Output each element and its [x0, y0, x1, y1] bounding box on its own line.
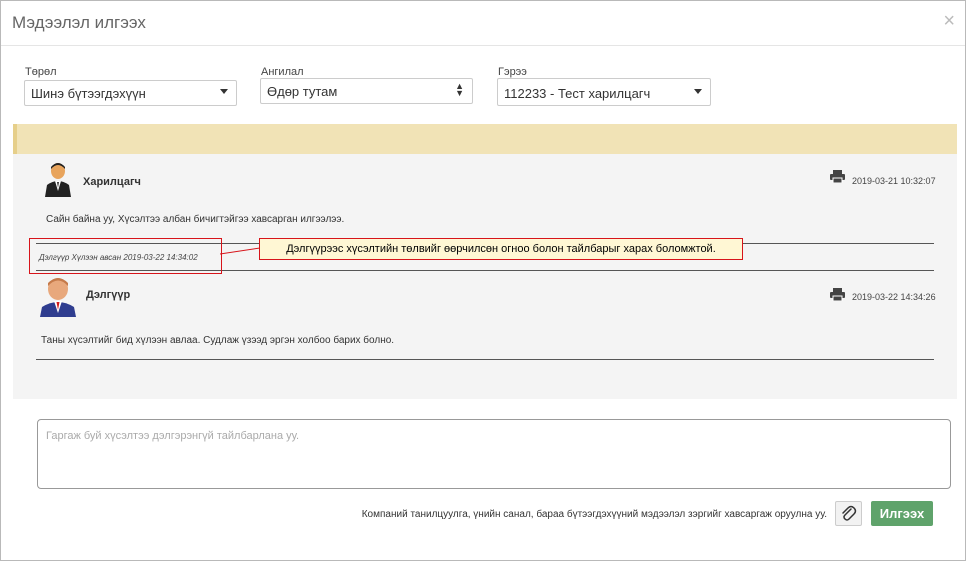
type-label: Төрөл — [25, 66, 57, 78]
attach-button[interactable] — [835, 501, 862, 526]
type-select-value: Шинэ бүтээгдэхүүн — [31, 86, 146, 101]
callout-connector — [220, 247, 260, 255]
message-thread — [13, 154, 957, 399]
paperclip-icon — [842, 505, 857, 521]
message-date: 2019-03-21 10:32:07 — [852, 176, 936, 186]
modal-title: Мэдээлэл илгээх — [12, 13, 146, 32]
store-avatar-icon — [40, 278, 76, 317]
highlight-box — [29, 238, 222, 274]
contract-select[interactable]: 112233 - Тест харилцагч — [497, 78, 711, 106]
reply-textarea[interactable]: Гаргаж буй хүсэлтээ дэлгэрэнгүй тайлбарл… — [37, 419, 951, 489]
attach-hint: Компаний танилцуулга, үнийн санал, бараа… — [361, 509, 827, 520]
message-body: Сайн байна уу, Хүсэлтээ албан бичигтэйгэ… — [46, 214, 345, 225]
message-sender: Дэлгүүр — [86, 289, 131, 301]
category-label: Ангилал — [261, 66, 304, 78]
callout-note: Дэлгүүрээс хүсэлтийн төлвийг өөрчилсөн о… — [259, 238, 743, 260]
modal-header: Мэдээлэл илгээх × — [1, 1, 965, 46]
category-select-value: Өдөр тутам — [267, 84, 338, 99]
send-button[interactable]: Илгээх — [871, 501, 933, 526]
updown-arrows-icon: ▲ ▼ — [455, 81, 464, 98]
chevron-down-icon — [220, 89, 228, 94]
contract-label: Гэрээ — [498, 66, 527, 78]
message-date: 2019-03-22 14:34:26 — [852, 292, 936, 302]
chevron-down-icon — [694, 89, 702, 94]
customer-avatar-icon — [45, 163, 71, 197]
message-sender: Харилцагч — [83, 176, 141, 188]
close-icon[interactable]: × — [943, 10, 955, 33]
category-select[interactable]: Өдөр тутам ▲ ▼ — [260, 78, 473, 104]
contract-select-value: 112233 - Тест харилцагч — [504, 86, 651, 101]
printer-icon[interactable] — [830, 170, 845, 183]
modal-dialog: Мэдээлэл илгээх × Төрөл Шинэ бүтээгдэхүү… — [0, 0, 966, 561]
printer-icon[interactable] — [830, 288, 845, 301]
type-select[interactable]: Шинэ бүтээгдэхүүн — [24, 80, 237, 106]
divider — [36, 359, 934, 360]
message-body: Таны хүсэлтийг бид хүлээн авлаа. Судлаж … — [41, 335, 395, 346]
status-alert-bar — [13, 124, 957, 154]
